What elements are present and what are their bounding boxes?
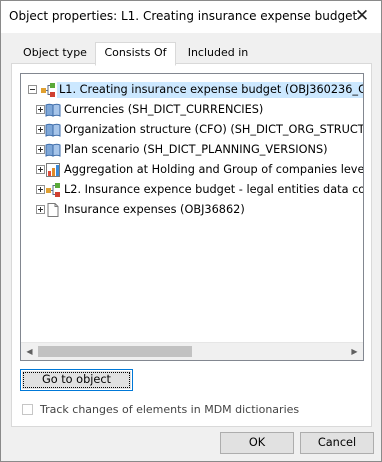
tree-item[interactable]: Insurance expenses (OBJ36862) [21,200,363,220]
tree-item[interactable]: L2. Insurance expence budget - legal ent… [21,180,363,200]
dictionary-icon [45,123,61,137]
object-tree[interactable]: L1. Creating insurance expense budget (O… [20,73,364,361]
aggregation-icon [46,163,60,177]
expand-icon[interactable] [36,145,45,154]
tree-item[interactable]: Aggregation at Holding and Group of comp… [21,160,363,180]
tree-item-label: Plan scenario (SH_DICT_PLANNING_VERSIONS… [64,143,328,156]
close-icon[interactable]: ✕ [349,4,375,28]
horizontal-scrollbar[interactable]: ◀ ▶ [21,342,363,360]
tree-item-label: Currencies (SH_DICT_CURRENCIES) [64,103,264,116]
expand-icon[interactable] [36,205,45,214]
scroll-right-icon[interactable]: ▶ [346,343,363,360]
tree-item[interactable]: Plan scenario (SH_DICT_PLANNING_VERSIONS… [21,140,363,160]
tree-item[interactable]: Currencies (SH_DICT_CURRENCIES) [21,100,363,120]
dialog-window: Object properties: L1. Creating insuranc… [0,0,382,462]
expand-icon[interactable] [36,105,45,114]
dictionary-icon [45,103,61,117]
tab-object-type[interactable]: Object type [14,42,96,65]
dictionary-icon [45,143,61,157]
collapse-icon[interactable] [28,85,37,94]
tree-item-label: L2. Insurance expence budget - legal ent… [64,183,364,196]
tree-item-label: Aggregation at Holding and Group of comp… [64,163,364,176]
title-bar: Object properties: L1. Creating insuranc… [1,1,381,33]
go-to-object-button[interactable]: Go to object [20,369,133,391]
ok-button[interactable]: OK [220,432,294,454]
tree-item[interactable]: L1. Creating insurance expense budget (O… [21,80,363,100]
expand-icon[interactable] [36,125,45,134]
tab-panel: L1. Creating insurance expense budget (O… [11,63,372,427]
scroll-left-icon[interactable]: ◀ [21,343,38,360]
expand-icon[interactable] [36,185,45,194]
tab-included-in[interactable]: Included in [176,42,260,65]
tree-item[interactable]: Organization structure (CFO) (SH_DICT_OR… [21,120,363,140]
process-icon [41,83,55,97]
document-icon [47,203,59,217]
tree-item-label: Insurance expenses (OBJ36862) [64,203,245,216]
tree-item-label: Organization structure (CFO) (SH_DICT_OR… [64,123,364,136]
window-title: Object properties: L1. Creating insuranc… [9,9,358,23]
process-icon [46,183,60,197]
expand-icon[interactable] [36,165,45,174]
cancel-button[interactable]: Cancel [300,432,374,454]
scrollbar-thumb[interactable] [38,346,192,357]
checkbox-label: Track changes of elements in MDM diction… [40,403,300,416]
tree-item-label: L1. Creating insurance expense budget (O… [57,82,363,98]
tab-consists-of[interactable]: Consists Of [95,42,176,66]
checkbox-box[interactable] [22,404,33,415]
